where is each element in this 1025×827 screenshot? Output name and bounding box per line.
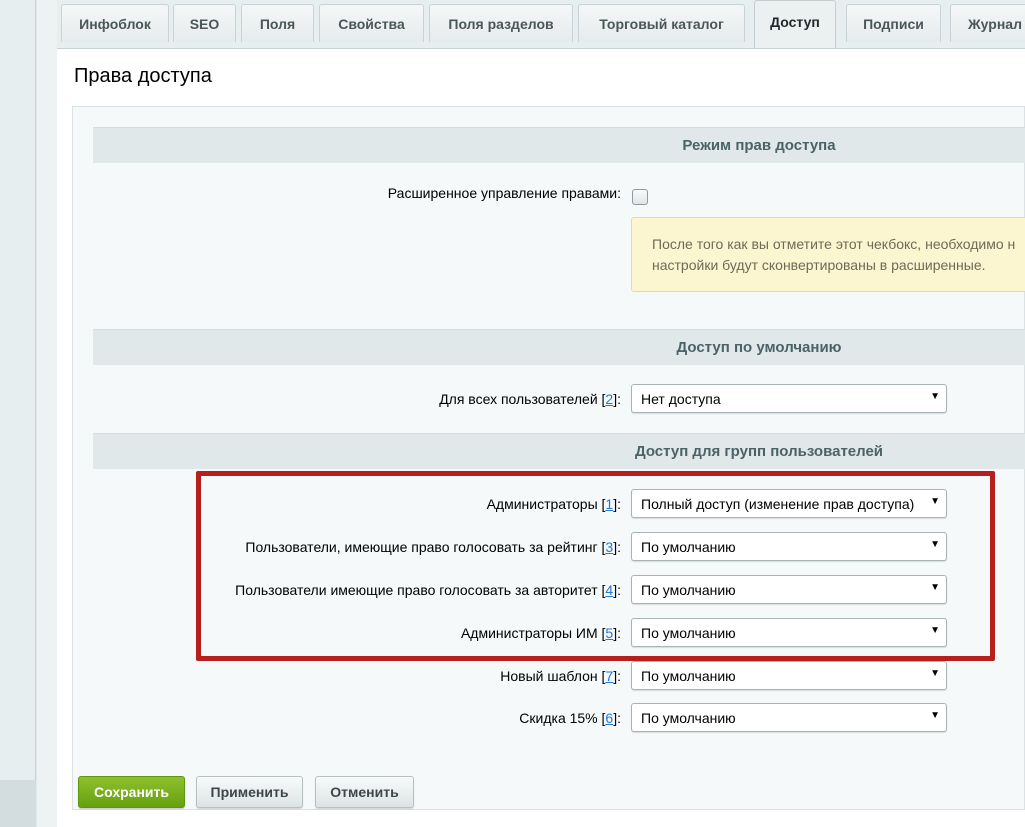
extended-rights-note: После того как вы отметите этот чекбокс,… xyxy=(631,217,1025,292)
access-select-authority-voters[interactable]: По умолчанию ▼ xyxy=(631,575,947,604)
extended-rights-label: Расширенное управление правами: xyxy=(387,185,621,201)
apply-button[interactable]: Применить xyxy=(196,776,303,808)
access-select-discount-15[interactable]: По умолчанию ▼ xyxy=(631,703,947,732)
access-select-new-template[interactable]: По умолчанию ▼ xyxy=(631,661,947,690)
tab-journal[interactable]: Журнал xyxy=(950,4,1025,42)
tab-bar: Инфоблок SEO Поля Свойства Поля разделов… xyxy=(57,0,1025,48)
access-select-all-users[interactable]: Нет доступа ▼ xyxy=(631,384,947,413)
access-label-shop-admins: Администраторы ИМ [5]: xyxy=(460,625,621,641)
access-select-rating-voters[interactable]: По умолчанию ▼ xyxy=(631,532,947,561)
access-form: Режим прав доступа Расширенное управлени… xyxy=(72,106,1025,810)
tab-section-fields[interactable]: Поля разделов xyxy=(429,4,573,42)
tab-panel: Права доступа Режим прав доступа Расшире… xyxy=(57,48,1025,827)
chevron-down-icon: ▼ xyxy=(930,539,940,550)
access-label-authority-voters: Пользователи имеющие право голосовать за… xyxy=(235,582,621,598)
save-button[interactable]: Сохранить xyxy=(78,776,185,808)
tab-infoblock[interactable]: Инфоблок xyxy=(61,4,169,42)
access-label-rating-voters: Пользователи, имеющие право голосовать з… xyxy=(245,539,621,555)
tab-captions[interactable]: Подписи xyxy=(846,4,941,42)
note-line: настройки будут сконвертированы в расшир… xyxy=(652,257,986,273)
note-line: После того как вы отметите этот чекбокс,… xyxy=(652,236,1016,252)
extended-rights-checkbox[interactable] xyxy=(632,189,648,205)
chevron-down-icon: ▼ xyxy=(930,391,940,402)
tab-seo[interactable]: SEO xyxy=(173,4,236,42)
section-header-default: Доступ по умолчанию xyxy=(93,329,1025,365)
access-label-all-users: Для всех пользователей [2]: xyxy=(439,391,621,407)
chevron-down-icon: ▼ xyxy=(930,496,940,507)
access-label-new-template: Новый шаблон [7]: xyxy=(500,668,621,684)
page-title: Права доступа xyxy=(74,65,212,87)
tab-access[interactable]: Доступ xyxy=(754,0,836,48)
tab-fields[interactable]: Поля xyxy=(241,4,314,42)
access-select-administrators[interactable]: Полный доступ (изменение прав доступа) ▼ xyxy=(631,489,947,518)
tab-trade-catalog[interactable]: Торговый каталог xyxy=(578,4,745,42)
chevron-down-icon: ▼ xyxy=(930,625,940,636)
chevron-down-icon: ▼ xyxy=(930,582,940,593)
tab-properties[interactable]: Свойства xyxy=(319,4,424,42)
section-header-mode: Режим прав доступа xyxy=(93,127,1025,163)
chevron-down-icon: ▼ xyxy=(930,668,940,679)
access-label-discount-15: Скидка 15% [6]: xyxy=(519,710,621,726)
section-header-groups: Доступ для групп пользователей xyxy=(93,433,1025,469)
chevron-down-icon: ▼ xyxy=(930,710,940,721)
left-sidebar-strip xyxy=(0,0,36,827)
left-sidebar-footer xyxy=(0,780,36,827)
page-gutter xyxy=(37,0,57,827)
cancel-button[interactable]: Отменить xyxy=(315,776,414,808)
access-select-shop-admins[interactable]: По умолчанию ▼ xyxy=(631,618,947,647)
access-label-administrators: Администраторы [1]: xyxy=(486,496,621,512)
